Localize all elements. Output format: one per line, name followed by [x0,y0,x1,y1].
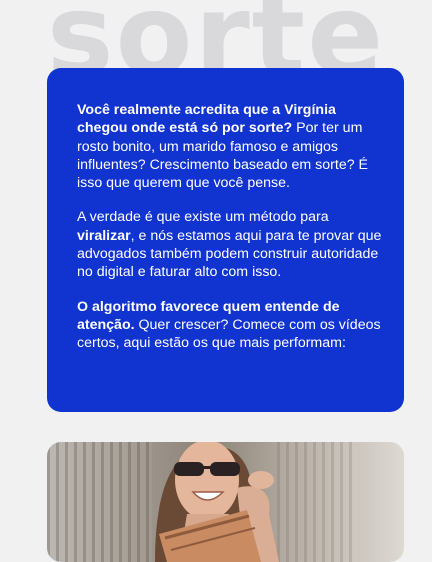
paragraph-2-bold: viralizar [77,227,131,244]
person-photo [47,442,404,562]
paragraph-2-pre: A verdade é que existe um método para [77,209,329,226]
person-photo-icon [155,442,279,562]
paragraph-3: O algoritmo favorece quem entende de ate… [77,298,386,353]
paragraph-2: A verdade é que existe um método para vi… [77,208,386,281]
paragraph-1: Você realmente acredita que a Virgínia c… [77,101,386,192]
text-card: Você realmente acredita que a Virgínia c… [47,68,404,412]
